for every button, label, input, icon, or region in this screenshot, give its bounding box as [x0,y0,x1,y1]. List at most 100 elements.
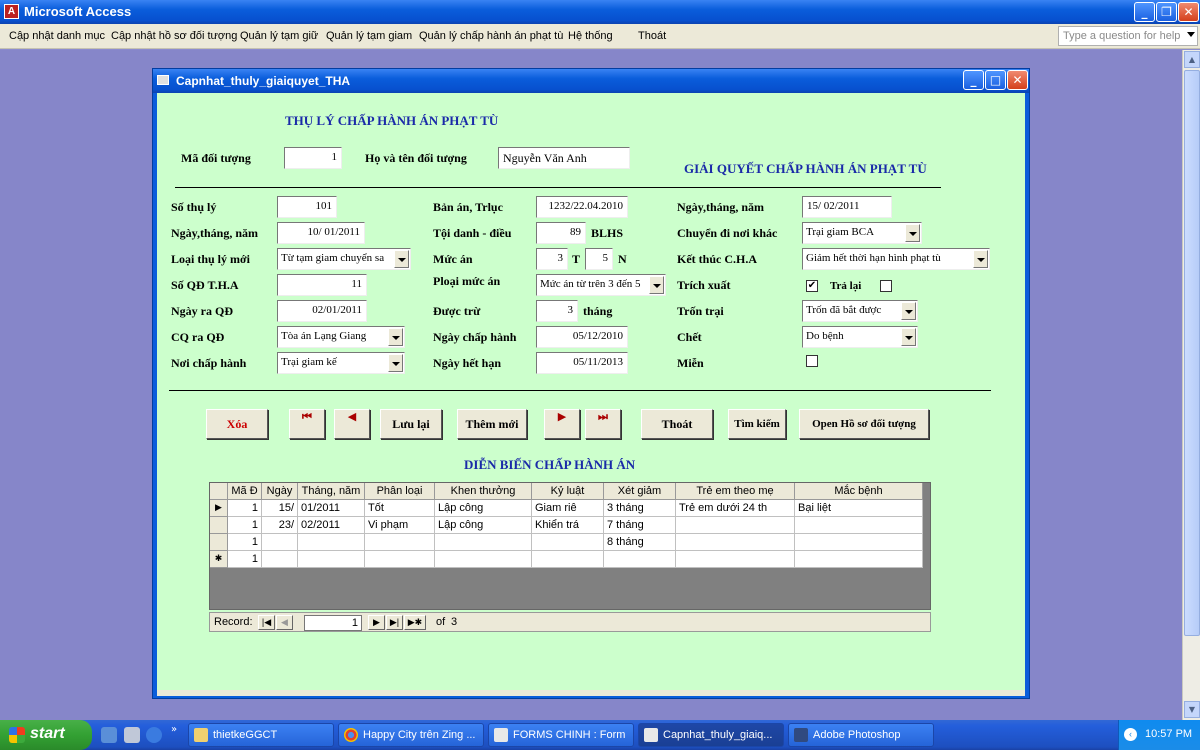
table-cell[interactable] [676,534,795,551]
col-header-ngay[interactable]: Ngày [262,483,298,500]
show-desktop-icon[interactable] [101,727,117,743]
form-close-icon[interactable]: ✕ [1007,70,1028,90]
task-capnhat[interactable]: Capnhat_thuly_giaiq... [638,723,784,747]
tron-trai-combo[interactable]: Trốn đã bắt được [802,300,918,322]
chevron-down-icon[interactable] [388,328,403,346]
table-cell[interactable] [795,534,923,551]
ngay-ra-qd-field[interactable]: 02/01/2011 [277,300,367,322]
scroll-down-icon[interactable]: ▼ [1184,701,1200,718]
table-cell[interactable] [795,517,923,534]
menu-quan-ly-tam-giam[interactable]: Quản lý tạm giam [326,30,412,42]
new-record-selector-icon[interactable]: ✱ [210,551,228,568]
ngay-chap-hanh-field[interactable]: 05/12/2010 [536,326,628,348]
chevron-down-icon[interactable] [388,354,403,372]
table-cell[interactable]: 8 tháng [604,534,676,551]
mien-checkbox[interactable] [806,355,818,367]
menu-he-thong[interactable]: Hệ thống [568,30,613,42]
table-cell[interactable]: Khiển trá [532,517,604,534]
muc-an-n-field[interactable]: 5 [585,248,613,270]
table-cell[interactable]: 3 tháng [604,500,676,517]
row-selector-current[interactable]: ▶ [210,500,228,517]
ngay-gq-field[interactable]: 15/ 02/2011 [802,196,892,218]
task-thietkeggct[interactable]: thietkeGGCT [188,723,334,747]
ban-an-field[interactable]: 1232/22.04.2010 [536,196,628,218]
last-record-button[interactable]: ⏭ [585,409,621,439]
quicklaunch-icon[interactable] [124,727,140,743]
close-icon[interactable]: ✕ [1178,2,1199,22]
menu-cap-nhat-ho-so[interactable]: Cập nhật hồ sơ đối tượng [111,30,237,42]
ket-thuc-combo[interactable]: Giảm hết thời hạn hình phạt tù [802,248,990,270]
ngay-thu-ly-field[interactable]: 10/ 01/2011 [277,222,365,244]
col-header-ma-d[interactable]: Mã Đ [228,483,262,500]
task-happy-city[interactable]: Happy City trên Zing ... [338,723,484,747]
table-cell[interactable] [298,534,365,551]
table-cell[interactable]: Lập công [435,517,532,534]
select-all-corner[interactable] [210,483,228,500]
noi-chap-hanh-combo[interactable]: Trại giam kế [277,352,405,374]
nav-last-icon[interactable]: ▶| [386,615,403,630]
tim-kiem-button[interactable]: Tìm kiếm [728,409,786,439]
chevron-more-icon[interactable]: » [171,724,177,735]
table-cell[interactable]: Vi phạm [365,517,435,534]
form-minimize-icon[interactable]: _ [963,70,984,90]
scroll-up-icon[interactable]: ▲ [1184,51,1200,68]
ngay-het-han-field[interactable]: 05/11/2013 [536,352,628,374]
nav-next-icon[interactable]: ▶ [368,615,385,630]
col-header-mac-benh[interactable]: Mắc bệnh [795,483,923,500]
chevron-down-icon[interactable] [973,250,988,268]
cq-ra-qd-combo[interactable]: Tòa án Lạng Giang [277,326,405,348]
col-header-ky-luat[interactable]: Kỷ luật [532,483,604,500]
xoa-button[interactable]: Xóa [206,409,268,439]
table-cell[interactable]: 1 [228,551,262,568]
first-record-button[interactable]: ⏮ [289,409,325,439]
table-cell[interactable]: Bại liệt [795,500,923,517]
form-maximize-icon[interactable]: □ [985,70,1006,90]
table-cell[interactable] [298,551,365,568]
table-cell[interactable]: Giam riê [532,500,604,517]
so-thu-ly-field[interactable]: 101 [277,196,337,218]
scroll-thumb[interactable] [1184,70,1200,636]
nav-first-icon[interactable]: |◀ [258,615,275,630]
menu-quan-ly-tam-giu[interactable]: Quản lý tạm giữ [240,30,318,42]
ma-doi-tuong-field[interactable]: 1 [284,147,342,169]
chevron-down-icon[interactable] [649,276,664,294]
table-cell[interactable]: 1 [228,500,262,517]
table-cell[interactable] [532,534,604,551]
table-cell[interactable]: Tốt [365,500,435,517]
table-cell[interactable]: 1 [228,517,262,534]
clock[interactable]: 10:57 PM [1145,728,1192,740]
next-record-button[interactable]: ▶ [544,409,580,439]
muc-an-t-field[interactable]: 3 [536,248,568,270]
col-header-tre-em[interactable]: Trẻ em theo mẹ [676,483,795,500]
table-cell[interactable]: 01/2011 [298,500,365,517]
nav-prev-icon[interactable]: ◀ [276,615,293,630]
table-cell[interactable]: Trẻ em dưới 24 th [676,500,795,517]
table-cell[interactable] [365,551,435,568]
record-number-input[interactable]: 1 [304,615,362,631]
chevron-down-icon[interactable] [905,224,920,242]
vertical-scrollbar[interactable]: ▲ ▼ [1182,50,1200,720]
open-ho-so-button[interactable]: Open Hồ sơ đối tượng [799,409,929,439]
chevron-down-icon[interactable] [394,250,409,268]
ploai-combo[interactable]: Mức án từ trên 3 đến 5 [536,274,666,296]
table-cell[interactable] [604,551,676,568]
table-cell[interactable] [795,551,923,568]
them-moi-button[interactable]: Thêm mới [457,409,527,439]
luu-lai-button[interactable]: Lưu lại [380,409,442,439]
loai-thu-ly-combo[interactable]: Từ tạm giam chuyển sa [277,248,411,270]
menu-cap-nhat-danh-muc[interactable]: Cập nhật danh mục [9,30,105,42]
chevron-down-icon[interactable] [1187,32,1195,37]
table-cell[interactable]: 1 [228,534,262,551]
task-forms-chinh[interactable]: FORMS CHINH : Form [488,723,634,747]
tray-expand-icon[interactable]: ‹ [1124,728,1137,741]
col-header-xet-giam[interactable]: Xét giảm [604,483,676,500]
ho-ten-field[interactable]: Nguyễn Văn Anh [498,147,630,169]
table-cell[interactable] [365,534,435,551]
chet-combo[interactable]: Do bệnh [802,326,918,348]
table-cell[interactable] [262,551,298,568]
table-cell[interactable] [676,517,795,534]
table-cell[interactable] [676,551,795,568]
table-cell[interactable] [435,534,532,551]
toi-danh-field[interactable]: 89 [536,222,586,244]
chevron-down-icon[interactable] [901,328,916,346]
